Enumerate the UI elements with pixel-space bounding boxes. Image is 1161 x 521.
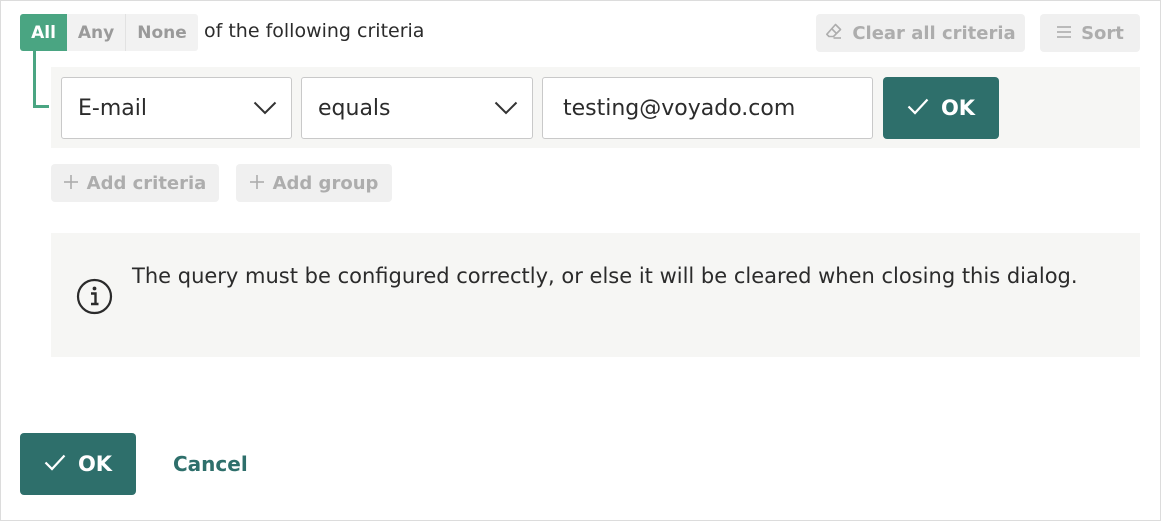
match-mode-label: of the following criteria — [204, 20, 425, 42]
criterion-ok-button[interactable]: OK — [883, 77, 999, 139]
clear-all-criteria-button[interactable]: Clear all criteria — [816, 14, 1025, 52]
plus-icon — [63, 173, 78, 194]
eraser-icon — [825, 22, 843, 45]
query-builder-dialog: All Any None of the following criteria C… — [0, 0, 1161, 521]
info-panel — [51, 233, 1140, 357]
chevron-down-icon — [494, 96, 518, 121]
field-select-value: E-mail — [78, 95, 147, 121]
operator-select-value: equals — [318, 95, 391, 121]
match-mode-toggle: All Any None — [20, 14, 198, 51]
sort-button[interactable]: Sort — [1040, 14, 1140, 52]
match-mode-any[interactable]: Any — [67, 14, 126, 51]
dialog-ok-button[interactable]: OK — [20, 433, 136, 495]
add-group-button[interactable]: Add group — [236, 164, 392, 202]
criterion-ok-label: OK — [940, 96, 976, 120]
cancel-button[interactable]: Cancel — [173, 449, 248, 479]
operator-select[interactable]: equals — [301, 77, 533, 139]
info-message: The query must be configured correctly, … — [132, 264, 1078, 288]
dialog-ok-label: OK — [77, 452, 113, 476]
add-criteria-label: Add criteria — [86, 172, 207, 194]
tree-connector — [33, 51, 36, 108]
chevron-down-icon — [253, 96, 277, 121]
plus-icon — [249, 173, 264, 194]
add-criteria-button[interactable]: Add criteria — [51, 164, 219, 202]
sort-lines-icon — [1056, 23, 1072, 44]
add-group-label: Add group — [272, 172, 379, 194]
check-icon — [44, 452, 66, 476]
criterion-value-input[interactable] — [542, 77, 873, 139]
info-circle-icon — [76, 278, 113, 315]
sort-label: Sort — [1081, 22, 1124, 44]
tree-connector-branch — [33, 105, 49, 108]
match-mode-none[interactable]: None — [126, 14, 198, 51]
clear-all-criteria-label: Clear all criteria — [852, 22, 1016, 44]
match-mode-all[interactable]: All — [20, 14, 67, 51]
check-icon — [907, 96, 929, 120]
field-select[interactable]: E-mail — [61, 77, 292, 139]
